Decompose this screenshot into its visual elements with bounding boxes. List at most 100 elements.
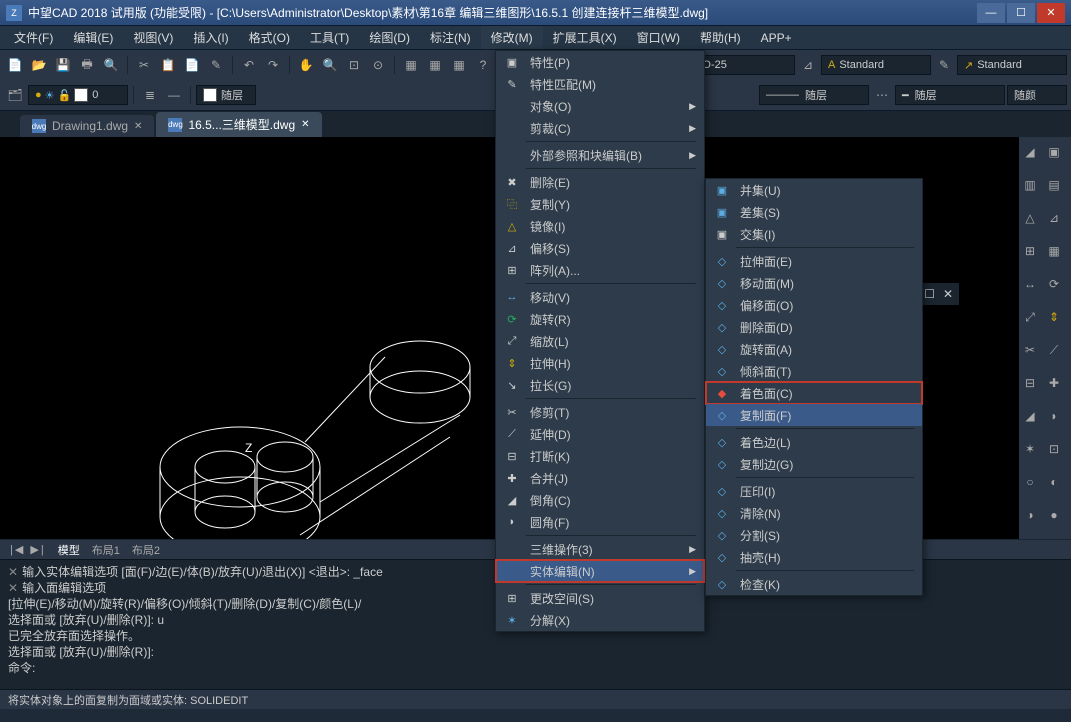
panel-close-icon[interactable]: ✕ (943, 287, 953, 301)
menu-item-对象(O)[interactable]: 对象(O)▶ (496, 95, 704, 117)
menu-item-缩放(L)[interactable]: ⤢缩放(L) (496, 330, 704, 352)
calc-icon[interactable]: ▦ (424, 54, 446, 76)
match-icon[interactable]: ✎ (205, 54, 227, 76)
linetype-icon[interactable]: ⋯ (871, 84, 893, 106)
zoom-icon[interactable]: 🔍 (319, 54, 341, 76)
menu-item-延伸(D)[interactable]: ⟋延伸(D) (496, 423, 704, 445)
menu-item-删除面(D)[interactable]: ◇删除面(D) (706, 316, 922, 338)
menu-item-移动(V)[interactable]: ↔移动(V) (496, 286, 704, 308)
menu-视图(V)[interactable]: 视图(V) (123, 26, 183, 49)
menu-item-阵列(A)...[interactable]: ⊞阵列(A)... (496, 259, 704, 281)
menu-item-实体编辑(N)[interactable]: 实体编辑(N)▶ (496, 560, 704, 582)
layout-nav-arrows[interactable]: |◀ ▶| (10, 543, 46, 556)
tool-icon[interactable]: ✶ (1019, 438, 1041, 460)
tool-icon[interactable]: ⊿ (1043, 207, 1065, 229)
help-icon[interactable]: ? (472, 54, 494, 76)
preview-icon[interactable]: 🔍 (100, 54, 122, 76)
menu-修改(M)[interactable]: 修改(M) (481, 26, 543, 49)
menu-item-特性匹配(M)[interactable]: ✎特性匹配(M) (496, 73, 704, 95)
paste-icon[interactable]: 📄 (181, 54, 203, 76)
properties-icon[interactable]: ▦ (400, 54, 422, 76)
tool-icon[interactable]: ▥ (1019, 174, 1041, 196)
document-tab[interactable]: dwg16.5...三维模型.dwg✕ (156, 112, 321, 137)
menu-item-拉伸面(E)[interactable]: ◇拉伸面(E) (706, 250, 922, 272)
tool-icon[interactable]: △ (1019, 207, 1041, 229)
tool-icon[interactable]: ● (1043, 504, 1065, 526)
tab-close-icon[interactable]: ✕ (301, 119, 309, 130)
menu-item-旋转(R)[interactable]: ⟳旋转(R) (496, 308, 704, 330)
close-button[interactable]: ✕ (1037, 3, 1065, 23)
menu-item-检查(K)[interactable]: ◇检查(K) (706, 573, 922, 595)
layer-mgr-icon[interactable]: 🗂 (4, 84, 26, 106)
open-icon[interactable]: 📂 (28, 54, 50, 76)
cut-icon[interactable]: ✂ (133, 54, 155, 76)
menu-APP+[interactable]: APP+ (751, 28, 802, 48)
line-icon[interactable]: — (163, 84, 185, 106)
zoom-prev-icon[interactable]: ⊙ (367, 54, 389, 76)
tool-icon[interactable]: ✚ (1043, 372, 1065, 394)
lineweight-select[interactable]: ━随层 (895, 85, 1005, 105)
linetype-select[interactable]: ———随层 (759, 85, 869, 105)
table-style-select[interactable]: ↗Standard (957, 55, 1067, 75)
menu-item-旋转面(A)[interactable]: ◇旋转面(A) (706, 338, 922, 360)
menu-item-清除(N)[interactable]: ◇清除(N) (706, 502, 922, 524)
menu-帮助(H)[interactable]: 帮助(H) (690, 26, 751, 49)
menu-item-抽壳(H)[interactable]: ◇抽壳(H) (706, 546, 922, 568)
color-bylayer-select[interactable]: 随层 (196, 85, 256, 105)
zoom-window-icon[interactable]: ⊡ (343, 54, 365, 76)
maximize-button[interactable]: ☐ (1007, 3, 1035, 23)
layers-icon[interactable]: ≣ (139, 84, 161, 106)
menu-item-分解(X)[interactable]: ✶分解(X) (496, 609, 704, 631)
tool-icon[interactable]: ◗ (1043, 405, 1065, 427)
menu-item-镜像(I)[interactable]: △镜像(I) (496, 215, 704, 237)
menu-item-倒角(C)[interactable]: ◢倒角(C) (496, 489, 704, 511)
menu-item-打断(K)[interactable]: ⊟打断(K) (496, 445, 704, 467)
menu-item-复制边(G)[interactable]: ◇复制边(G) (706, 453, 922, 475)
menu-item-拉长(G)[interactable]: ↘拉长(G) (496, 374, 704, 396)
menu-item-复制面(F)[interactable]: ◇复制面(F) (706, 404, 922, 426)
menu-item-并集(U)[interactable]: ▣并集(U) (706, 179, 922, 201)
menu-编辑(E)[interactable]: 编辑(E) (63, 26, 123, 49)
tool-icon[interactable]: ▤ (1043, 174, 1065, 196)
panel-restore-icon[interactable]: ☐ (924, 287, 935, 301)
menu-item-着色边(L)[interactable]: ◇着色边(L) (706, 431, 922, 453)
tool-icon[interactable]: ⟋ (1043, 339, 1065, 361)
menu-item-修剪(T)[interactable]: ✂修剪(T) (496, 401, 704, 423)
menu-item-差集(S)[interactable]: ▣差集(S) (706, 201, 922, 223)
text-style-select[interactable]: AStandard (821, 55, 931, 75)
menu-item-偏移(S)[interactable]: ⊿偏移(S) (496, 237, 704, 259)
menu-item-特性(P)[interactable]: ▣特性(P) (496, 51, 704, 73)
redo-icon[interactable]: ↷ (262, 54, 284, 76)
menu-扩展工具(X)[interactable]: 扩展工具(X) (543, 26, 627, 49)
print-icon[interactable]: 🖶 (76, 54, 98, 76)
tool-icon[interactable]: ◢ (1019, 405, 1041, 427)
menu-item-更改空间(S)[interactable]: ⊞更改空间(S) (496, 587, 704, 609)
menu-item-复制(Y)[interactable]: ⿻复制(Y) (496, 193, 704, 215)
dim-icon[interactable]: ⊿ (797, 54, 819, 76)
menu-item-压印(I)[interactable]: ◇压印(I) (706, 480, 922, 502)
tool-icon[interactable]: ⊟ (1019, 372, 1041, 394)
menu-item-合并(J)[interactable]: ✚合并(J) (496, 467, 704, 489)
menu-item-删除(E)[interactable]: ✖删除(E) (496, 171, 704, 193)
menu-插入(I)[interactable]: 插入(I) (183, 26, 238, 49)
tool-icon[interactable]: ⟳ (1043, 273, 1065, 295)
document-tab[interactable]: dwgDrawing1.dwg✕ (20, 115, 154, 137)
tool-icon[interactable]: ⇕ (1043, 306, 1065, 328)
layout-tab-model[interactable]: 模型 (58, 542, 80, 558)
tool-icon[interactable]: ▦ (1043, 240, 1065, 262)
menu-item-外部参照和块编辑(B)[interactable]: 外部参照和块编辑(B)▶ (496, 144, 704, 166)
menu-绘图(D)[interactable]: 绘图(D) (359, 26, 420, 49)
menu-item-交集(I)[interactable]: ▣交集(I) (706, 223, 922, 245)
tool-icon[interactable]: ↔ (1019, 273, 1041, 295)
style-icon[interactable]: ✎ (933, 54, 955, 76)
minimize-button[interactable]: — (977, 3, 1005, 23)
plotstyle-select[interactable]: 随颜 (1007, 85, 1067, 105)
tool-icon[interactable]: ✂ (1019, 339, 1041, 361)
pan-icon[interactable]: ✋ (295, 54, 317, 76)
menu-item-拉伸(H)[interactable]: ⇕拉伸(H) (496, 352, 704, 374)
tool-icon[interactable]: ⤢ (1019, 306, 1041, 328)
tab-close-icon[interactable]: ✕ (134, 121, 142, 132)
tool-icon[interactable]: ◢ (1019, 141, 1041, 163)
menu-item-分割(S)[interactable]: ◇分割(S) (706, 524, 922, 546)
new-icon[interactable]: 📄 (4, 54, 26, 76)
